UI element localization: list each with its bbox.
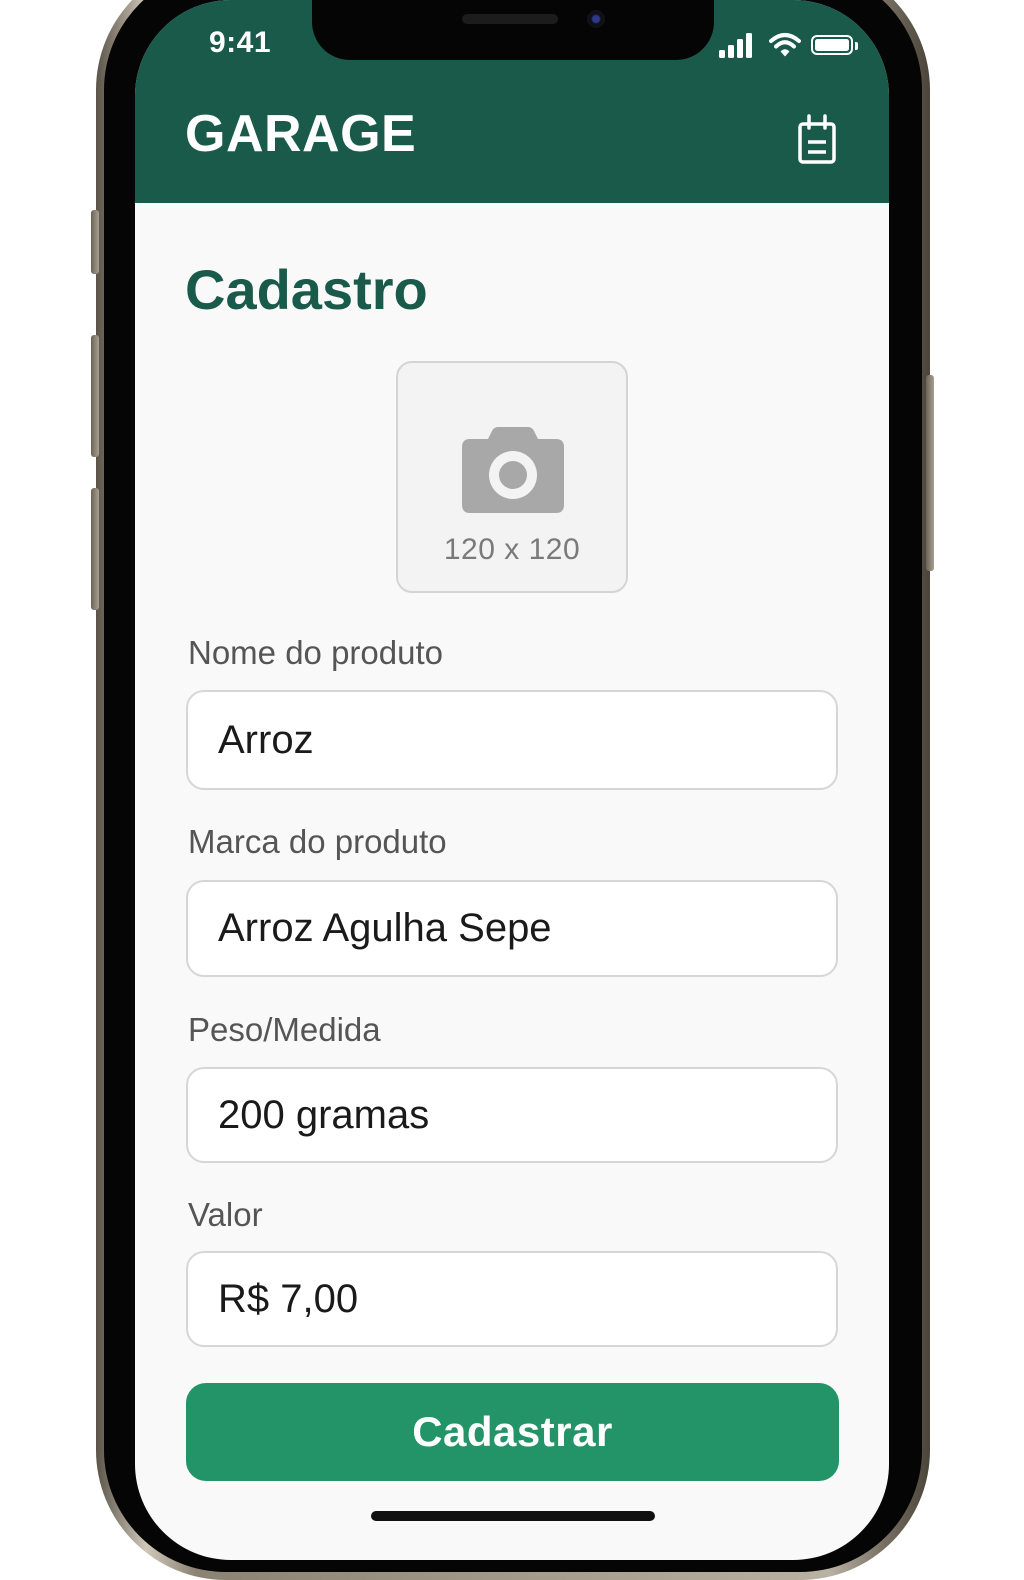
price-label: Valor: [188, 1196, 263, 1233]
product-brand-value: Arroz Agulha Sepe: [218, 906, 552, 950]
status-time: 9:41: [209, 26, 272, 59]
weight-value: 200 gramas: [218, 1092, 430, 1137]
status-icons: [719, 32, 859, 58]
price-value: R$ 7,00: [218, 1276, 359, 1321]
notch: [312, 0, 714, 60]
calendar-icon: [798, 114, 836, 164]
volume-down-button: [91, 488, 99, 610]
product-name-input[interactable]: Arroz: [186, 690, 838, 790]
price-input[interactable]: R$ 7,00: [186, 1251, 838, 1347]
power-button: [926, 375, 934, 571]
app-header: 9:41 GARAGE: [135, 0, 889, 203]
app-title: GARAGE: [185, 105, 417, 163]
product-name-value: Arroz: [218, 717, 314, 762]
submit-button[interactable]: Cadastrar: [186, 1383, 839, 1481]
earpiece-speaker: [462, 14, 558, 24]
calendar-button[interactable]: [787, 110, 847, 170]
home-indicator[interactable]: [371, 1511, 655, 1521]
volume-up-button: [91, 335, 99, 457]
camera-icon: [462, 427, 564, 513]
page-title: Cadastro: [185, 258, 428, 321]
product-brand-label: Marca do produto: [188, 823, 447, 860]
weight-label: Peso/Medida: [188, 1011, 381, 1048]
wifi-icon: [769, 33, 801, 57]
photo-picker[interactable]: 120 x 120: [396, 361, 628, 593]
screen: 9:41 GARAGE Cadastro 120 x 120 Nome do p…: [135, 0, 889, 1560]
photo-size-label: 120 x 120: [443, 533, 581, 566]
product-brand-input[interactable]: Arroz Agulha Sepe: [186, 880, 838, 977]
front-camera: [587, 10, 605, 28]
signal-icon: [719, 32, 755, 58]
weight-input[interactable]: 200 gramas: [186, 1067, 838, 1163]
action-button: [91, 210, 99, 274]
product-name-label: Nome do produto: [188, 634, 443, 671]
